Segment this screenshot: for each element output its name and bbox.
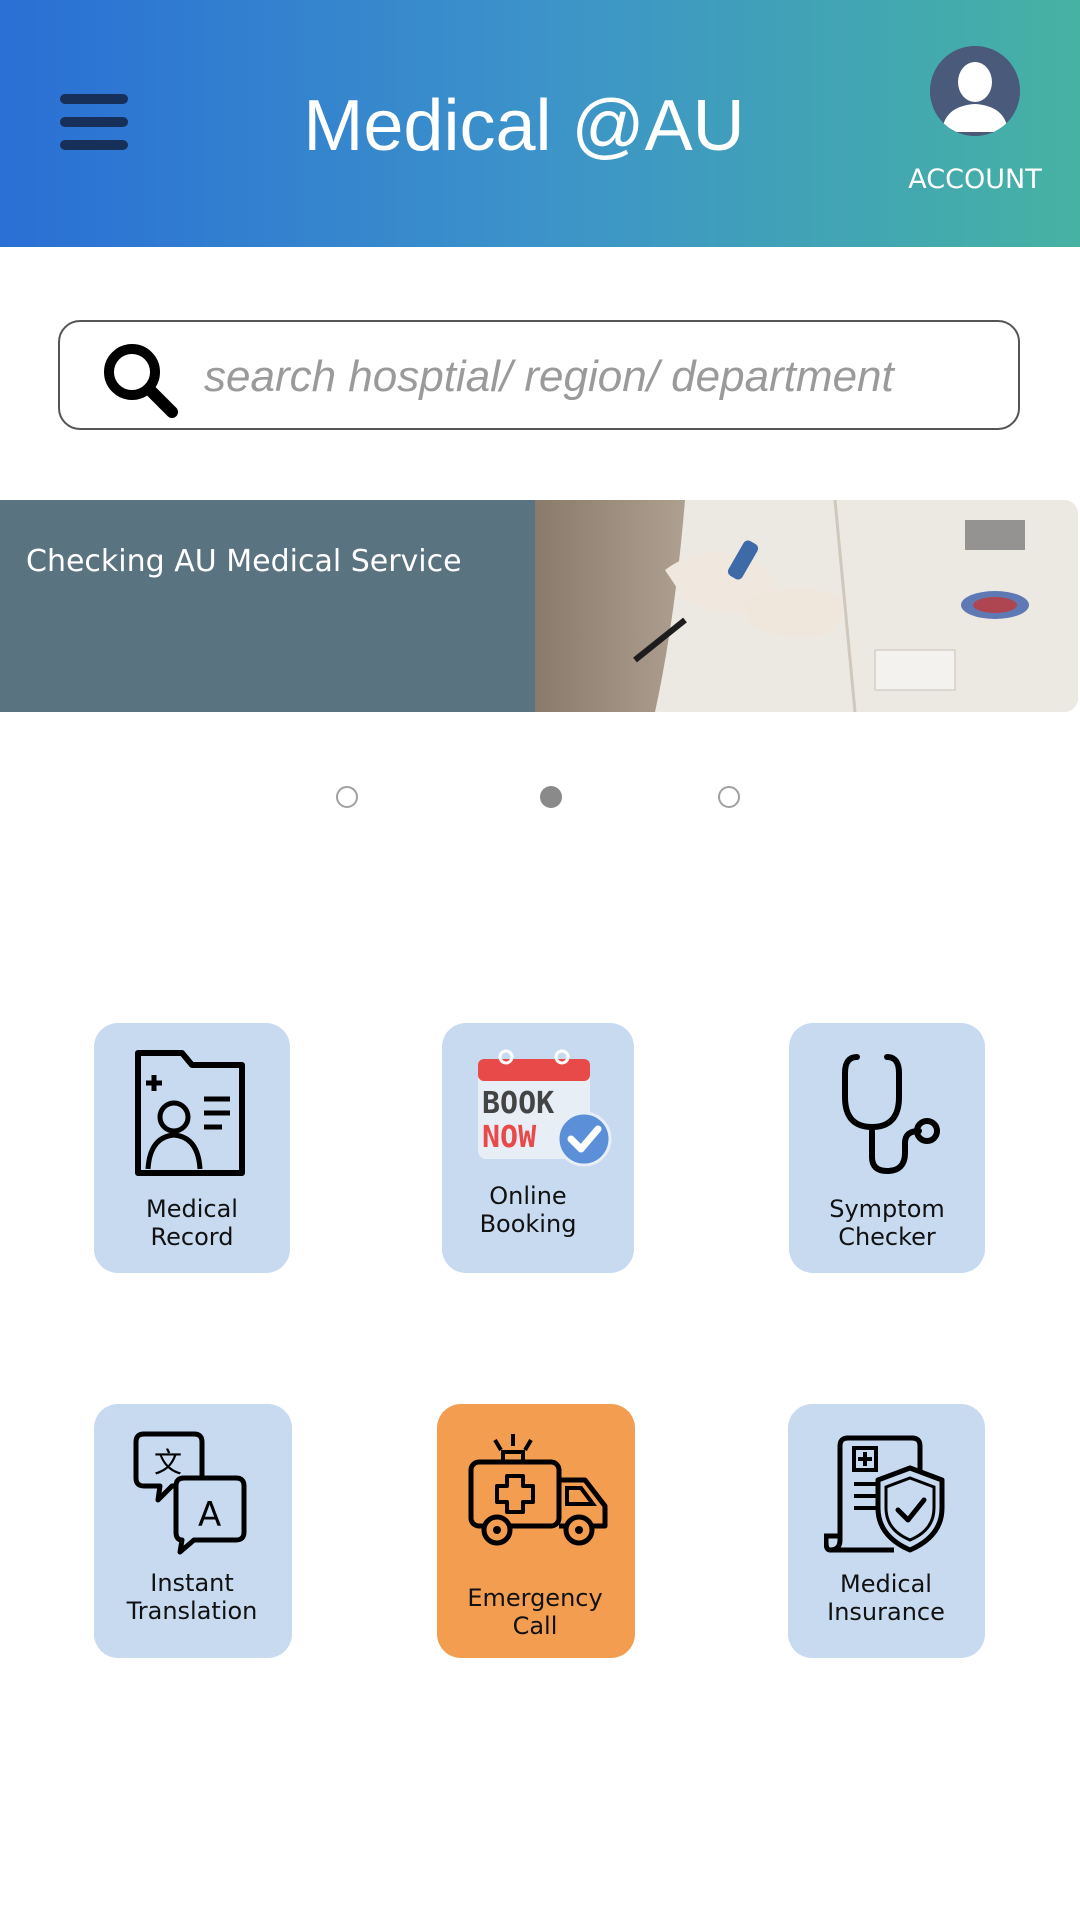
tile-instant-translation[interactable]: 文 A Instant Translation [94,1404,292,1658]
tile-online-booking[interactable]: BOOK NOW Online Booking [442,1023,634,1273]
tile-label-line1: Online [489,1182,567,1210]
carousel-dot-3[interactable] [718,786,740,808]
banner-text: Checking AU Medical Service [26,544,462,579]
tile-label-line1: Medical [146,1195,238,1223]
tile-medical-insurance[interactable]: Medical Insurance [788,1404,985,1658]
svg-text:文: 文 [154,1446,182,1479]
tile-label-line1: Instant [150,1569,234,1597]
app-title: Medical @AU [303,86,745,166]
stethoscope-icon [842,1054,940,1175]
user-avatar-icon [930,46,1020,136]
tile-label-line2: Call [512,1612,558,1640]
account-label: ACCOUNT [908,164,1042,195]
account-button[interactable]: ACCOUNT [900,46,1050,206]
hamburger-menu-icon[interactable] [58,90,130,154]
tile-label-line2: Translation [126,1597,258,1625]
now-icon-text: NOW [482,1120,537,1155]
search-icon[interactable] [98,338,182,422]
insurance-shield-icon [824,1435,945,1553]
banner-text-panel: Checking AU Medical Service [0,500,535,712]
book-icon-text: BOOK [482,1086,554,1121]
medical-record-icon [135,1050,245,1176]
tile-symptom-checker[interactable]: Symptom Checker [789,1023,985,1273]
promo-banner[interactable]: Checking AU Medical Service [0,500,1078,712]
tile-label-line1: Medical [840,1570,932,1598]
banner-photo [535,500,1078,712]
tile-label-line2: Record [150,1223,234,1251]
search-bar[interactable] [58,320,1020,430]
tile-label-line1: Symptom [829,1195,945,1223]
tile-label-line1: Emergency [467,1584,603,1612]
tile-emergency-call[interactable]: Emergency Call [437,1404,635,1658]
carousel-dot-2[interactable] [540,786,562,808]
tile-label-line2: Insurance [827,1598,945,1626]
tile-label-line2: Checker [838,1223,936,1251]
tile-medical-record[interactable]: Medical Record [94,1023,290,1273]
ambulance-icon [468,1434,608,1546]
svg-text:A: A [198,1495,221,1535]
app-header: Medical @AU ACCOUNT [0,0,1080,247]
book-now-calendar-icon: BOOK NOW [478,1049,612,1167]
home-screen: Medical @AU ACCOUNT Checking AU Medical … [0,0,1080,1920]
tile-label-line2: Booking [479,1210,577,1238]
translation-icon: 文 A [133,1431,247,1555]
carousel-dot-1[interactable] [336,786,358,808]
search-input[interactable] [202,346,996,408]
